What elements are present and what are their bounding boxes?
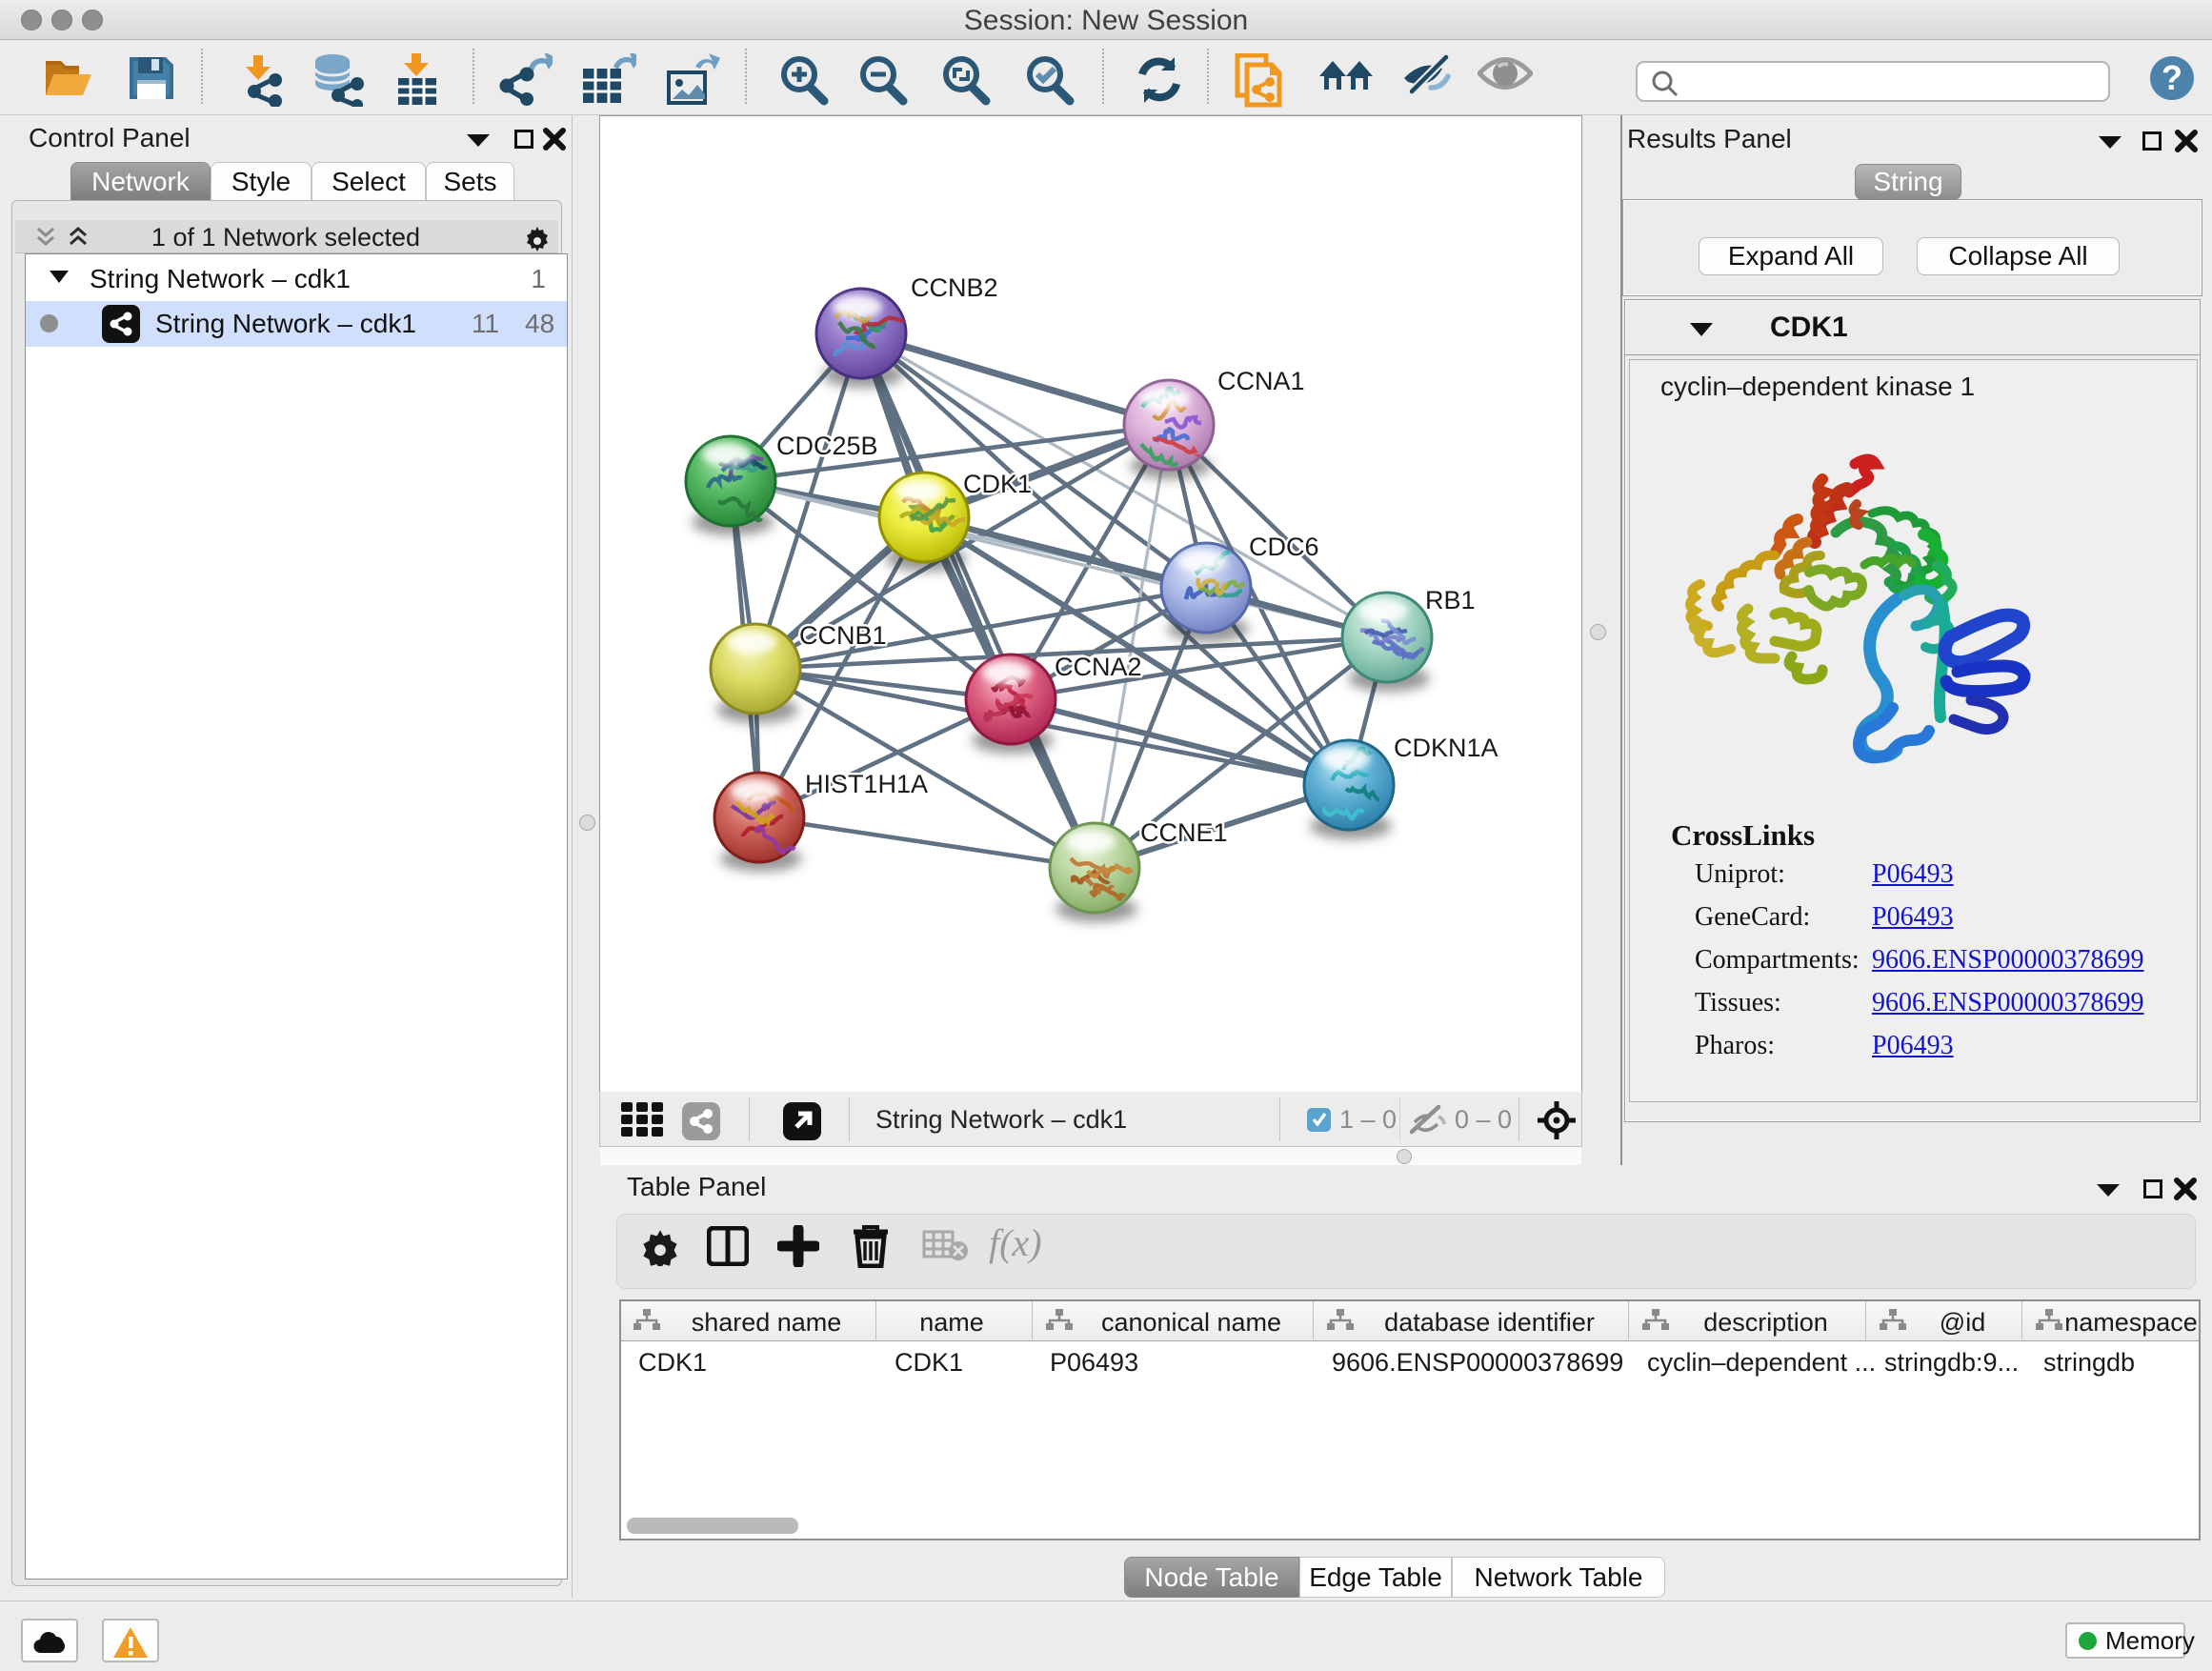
svg-text:CDK1: CDK1 bbox=[963, 470, 1032, 498]
svg-text:CCNB1: CCNB1 bbox=[799, 621, 887, 650]
svg-text:CCNA2: CCNA2 bbox=[1055, 653, 1142, 681]
svg-text:CDC25B: CDC25B bbox=[776, 432, 878, 460]
svg-text:CCNB2: CCNB2 bbox=[911, 273, 998, 302]
svg-text:CCNA1: CCNA1 bbox=[1217, 367, 1305, 395]
svg-text:CCNE1: CCNE1 bbox=[1140, 818, 1228, 847]
svg-text:RB1: RB1 bbox=[1425, 586, 1476, 614]
svg-text:HIST1H1A: HIST1H1A bbox=[805, 770, 928, 798]
svg-text:CDKN1A: CDKN1A bbox=[1394, 734, 1498, 762]
svg-text:CDC6: CDC6 bbox=[1249, 533, 1319, 561]
